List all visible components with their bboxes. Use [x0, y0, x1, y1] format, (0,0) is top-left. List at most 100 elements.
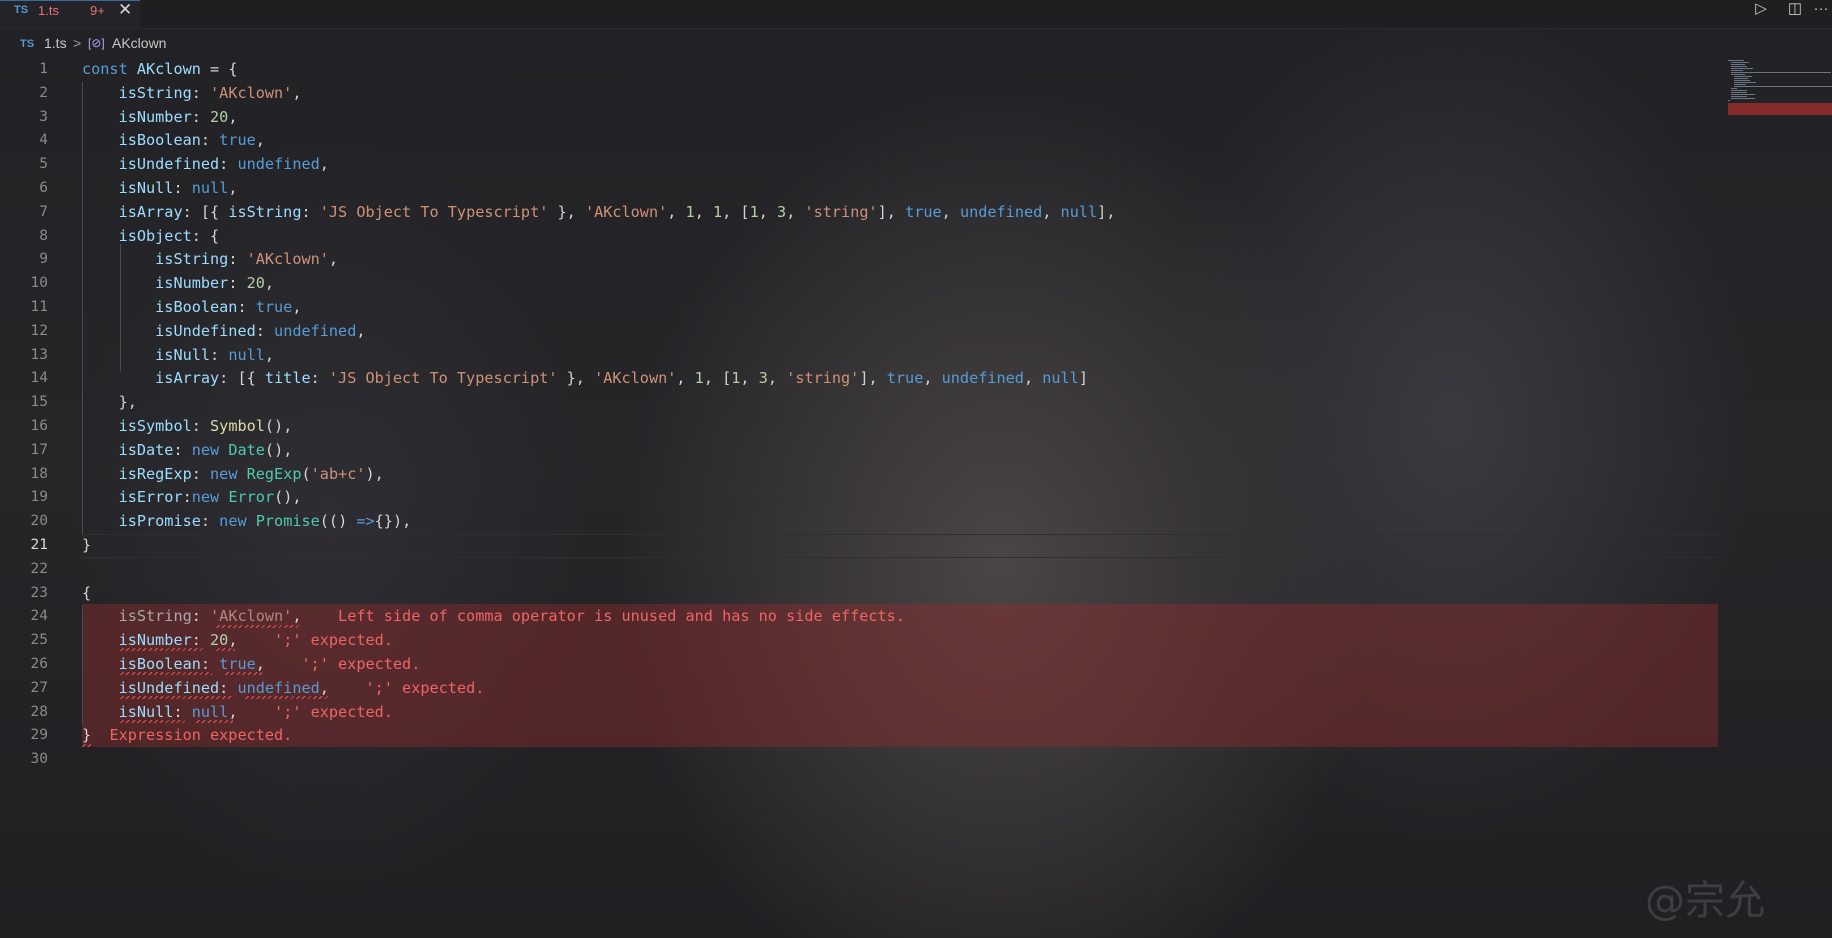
line-number: 5: [39, 156, 48, 173]
minimap-line: [1731, 90, 1747, 91]
error-squiggle: [82, 744, 91, 747]
code-line: isSymbol: Symbol(),: [118, 417, 293, 435]
line-number: 8: [39, 227, 48, 244]
code-line: isDate: new Date(),: [118, 440, 293, 459]
inline-error-message: ';' expected.: [301, 655, 421, 673]
minimap-line: [1734, 78, 1748, 79]
current-line-highlight: [82, 534, 1718, 558]
minimap-line: [1731, 94, 1755, 95]
more-actions-icon[interactable]: ···: [1810, 0, 1832, 18]
line-number: 28: [30, 703, 48, 720]
code-line: isNull: null,: [155, 345, 275, 364]
chevron-right-icon: >: [73, 35, 82, 51]
line-number: 11: [30, 299, 48, 315]
minimap-line: [1731, 98, 1755, 99]
typescript-file-icon: TS: [14, 4, 29, 16]
minimap-line: [1734, 80, 1750, 81]
error-squiggle: [196, 720, 233, 723]
close-icon[interactable]: ✕: [118, 1, 132, 18]
line-number: 30: [30, 751, 48, 768]
code-line: isError:new Error(),: [118, 488, 302, 507]
line-number: 2: [39, 84, 48, 101]
vscode-window: TS 1.ts 9+ ✕ ▷ ◫ ··· TS 1.ts > [⊘] AKclo…: [0, 0, 1832, 938]
split-editor-icon[interactable]: ◫: [1784, 0, 1806, 18]
code-line: isPromise: new Promise(() =>{}),: [118, 512, 412, 531]
minimap-line: [1731, 96, 1747, 97]
line-number: 16: [30, 418, 48, 434]
line-number: 29: [30, 727, 48, 744]
error-squiggle: [120, 672, 212, 675]
minimap-line: [1731, 68, 1753, 69]
error-line-highlight: [82, 723, 1718, 747]
minimap[interactable]: [1728, 58, 1832, 118]
line-number: 17: [30, 441, 48, 458]
code-line: isObject: {: [118, 226, 220, 245]
code-line: isString: 'AKclown',: [155, 250, 339, 269]
tab-file-name: 1.ts: [38, 3, 59, 18]
line-number: 18: [30, 465, 48, 482]
code-line: isRegExp: new RegExp('ab+c'),: [118, 464, 384, 483]
editor-tab-bar: TS 1.ts 9+ ✕ ▷ ◫ ···: [0, 0, 1832, 29]
line-number: 9: [39, 251, 48, 268]
breadcrumb: TS 1.ts > [⊘] AKclown: [0, 30, 1832, 56]
minimap-error-region: [1728, 103, 1832, 115]
code-line: {: [82, 583, 92, 602]
problem-count-badge: 9+: [90, 3, 105, 18]
line-number: 22: [30, 560, 48, 577]
line-number: 21: [30, 537, 48, 553]
minimap-line: [1734, 86, 1832, 87]
minimap-line: [1731, 72, 1831, 73]
code-editor[interactable]: 1 2 3 4 5 6 7 8 9 10 11 12 13 14 15 16 17 18 19 20 21 22 23 24 2…: [0, 58, 1720, 938]
line-number: 4: [39, 132, 48, 149]
breadcrumb-symbol[interactable]: AKclown: [112, 30, 166, 56]
error-squiggle: [225, 672, 262, 675]
inline-error-message: ';' expected.: [365, 678, 485, 697]
inline-error-message: Left side of comma operator is unused an…: [338, 607, 905, 626]
minimap-line: [1731, 92, 1747, 93]
minimap-line: [1731, 64, 1745, 65]
line-number: 24: [30, 608, 48, 625]
code-line: }: [82, 536, 92, 554]
line-number: 1: [39, 61, 48, 77]
line-number: 7: [39, 203, 48, 220]
line-number: 10: [30, 275, 48, 292]
line-number: 23: [30, 584, 48, 601]
minimap-line: [1731, 88, 1737, 89]
error-squiggle: [245, 696, 329, 699]
code-line: isString: 'AKclown', Left side of comma …: [118, 607, 905, 626]
code-line: isArray: [{ title: 'JS Object To Typescr…: [155, 369, 1088, 388]
line-number: 15: [30, 394, 48, 411]
watermark: @宗允: [1645, 878, 1765, 924]
code-line: isString: 'AKclown',: [118, 83, 302, 102]
code-line: isUndefined: undefined,: [118, 155, 329, 174]
minimap-line: [1728, 100, 1730, 101]
line-number: 14: [30, 370, 48, 387]
code-line: isNumber: 20,: [155, 274, 275, 293]
line-number: 20: [30, 513, 48, 530]
line-number: 12: [30, 322, 48, 339]
inline-error-message: Expression expected.: [109, 726, 293, 745]
minimap-line: [1731, 62, 1749, 63]
minimap-line: [1728, 60, 1744, 61]
minimap-line: [1731, 70, 1743, 71]
line-number: 6: [39, 180, 48, 196]
minimap-line: [1731, 74, 1745, 75]
error-squiggle: [120, 696, 233, 699]
minimap-line: [1734, 84, 1746, 85]
minimap-line: [1734, 76, 1752, 77]
error-squiggle: [120, 720, 185, 723]
line-number: 25: [30, 632, 48, 649]
code-line: isNumber: 20,: [118, 107, 238, 126]
breadcrumb-file[interactable]: 1.ts: [44, 30, 67, 56]
error-squiggle: [216, 625, 299, 628]
line-number: 26: [30, 656, 48, 672]
run-icon[interactable]: ▷: [1750, 0, 1772, 18]
line-number: 3: [39, 108, 48, 125]
code-line: } Expression expected.: [82, 726, 293, 745]
inline-error-message: ';' expected.: [274, 702, 393, 721]
typescript-file-icon: TS: [20, 38, 35, 50]
line-number: 27: [30, 679, 48, 696]
tab-1-ts[interactable]: TS 1.ts 9+ ✕: [0, 0, 140, 28]
minimap-line: [1731, 66, 1747, 67]
line-number: 19: [30, 489, 48, 506]
